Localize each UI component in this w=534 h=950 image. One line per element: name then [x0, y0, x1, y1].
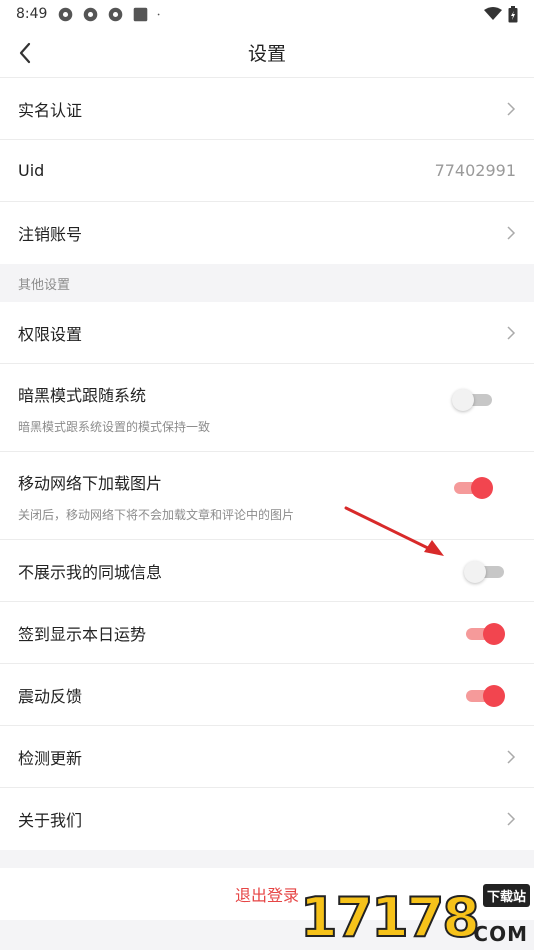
permissions-label: 权限设置 [18, 324, 83, 344]
chevron-right-icon [507, 749, 516, 764]
hide-city-row: 不展示我的同城信息 [0, 540, 534, 602]
permissions-row[interactable]: 权限设置 [0, 302, 534, 364]
watermark-number: 17178 [299, 886, 481, 949]
sign-fortune-toggle[interactable] [466, 622, 505, 645]
section-spacer [0, 850, 534, 868]
notification-app-icon [109, 7, 123, 21]
back-arrow-icon[interactable] [14, 40, 38, 66]
site-watermark: 17178 下载站 COM [299, 884, 532, 949]
other-settings-title: 其他设置 [0, 264, 534, 302]
watermark-domain: COM [473, 922, 528, 946]
notification-app-icon [59, 7, 73, 21]
more-dot-icon [158, 13, 160, 15]
page-title: 设置 [247, 43, 286, 65]
chevron-right-icon [507, 226, 516, 240]
dark-mode-label: 暗黑模式跟随系统 [18, 386, 147, 405]
about-label: 关于我们 [18, 811, 83, 830]
check-update-row[interactable]: 检测更新 [0, 726, 534, 788]
dark-mode-toggle[interactable] [452, 388, 492, 411]
vibration-row: 震动反馈 [0, 664, 534, 726]
notification-app-icon [84, 7, 98, 21]
about-row[interactable]: 关于我们 [0, 788, 534, 850]
mobile-images-row: 移动网络下加载图片 关闭后，移动网络下将不会加载文章和评论中的图片 [0, 452, 534, 540]
sign-fortune-row: 签到显示本日运势 [0, 602, 534, 664]
hide-city-toggle[interactable] [464, 560, 504, 583]
status-time: 8:49 [16, 6, 48, 22]
uid-row: Uid 77402991 [0, 140, 534, 202]
hide-city-label: 不展示我的同城信息 [18, 562, 163, 582]
mobile-images-desc: 关闭后，移动网络下将不会加载文章和评论中的图片 [18, 508, 295, 522]
status-right [484, 5, 518, 23]
cancel-account-label: 注销账号 [18, 225, 83, 244]
vibration-label: 震动反馈 [18, 686, 83, 706]
uid-label: Uid [18, 161, 45, 180]
wifi-icon [484, 7, 502, 20]
dark-mode-row: 暗黑模式跟随系统 暗黑模式跟系统设置的模式保持一致 [0, 364, 534, 452]
chevron-right-icon [507, 812, 516, 826]
other-settings-section: 权限设置 暗黑模式跟随系统 暗黑模式跟系统设置的模式保持一致 移动网络下加载图片… [0, 302, 534, 850]
mobile-images-label: 移动网络下加载图片 [18, 474, 163, 493]
sign-fortune-label: 签到显示本日运势 [18, 624, 147, 644]
chevron-right-icon [507, 101, 516, 116]
realname-verify-label: 实名认证 [18, 100, 83, 120]
watermark-badge: 下载站 [482, 884, 530, 907]
battery-icon [508, 5, 518, 22]
account-section: 实名认证 Uid 77402991 注销账号 [0, 78, 534, 264]
uid-value: 77402991 [434, 161, 516, 180]
cancel-account-row[interactable]: 注销账号 [0, 202, 534, 264]
app-header: 设置 [0, 28, 534, 78]
status-bar: 8:49 [0, 0, 534, 28]
mobile-images-toggle[interactable] [454, 476, 493, 499]
vibration-toggle[interactable] [466, 684, 505, 707]
realname-verify-row[interactable]: 实名认证 [0, 78, 534, 140]
chevron-right-icon [507, 325, 516, 340]
notification-square-icon [134, 7, 148, 21]
logout-label: 退出登录 [234, 886, 299, 905]
check-update-label: 检测更新 [18, 748, 83, 768]
dark-mode-desc: 暗黑模式跟系统设置的模式保持一致 [18, 420, 211, 434]
